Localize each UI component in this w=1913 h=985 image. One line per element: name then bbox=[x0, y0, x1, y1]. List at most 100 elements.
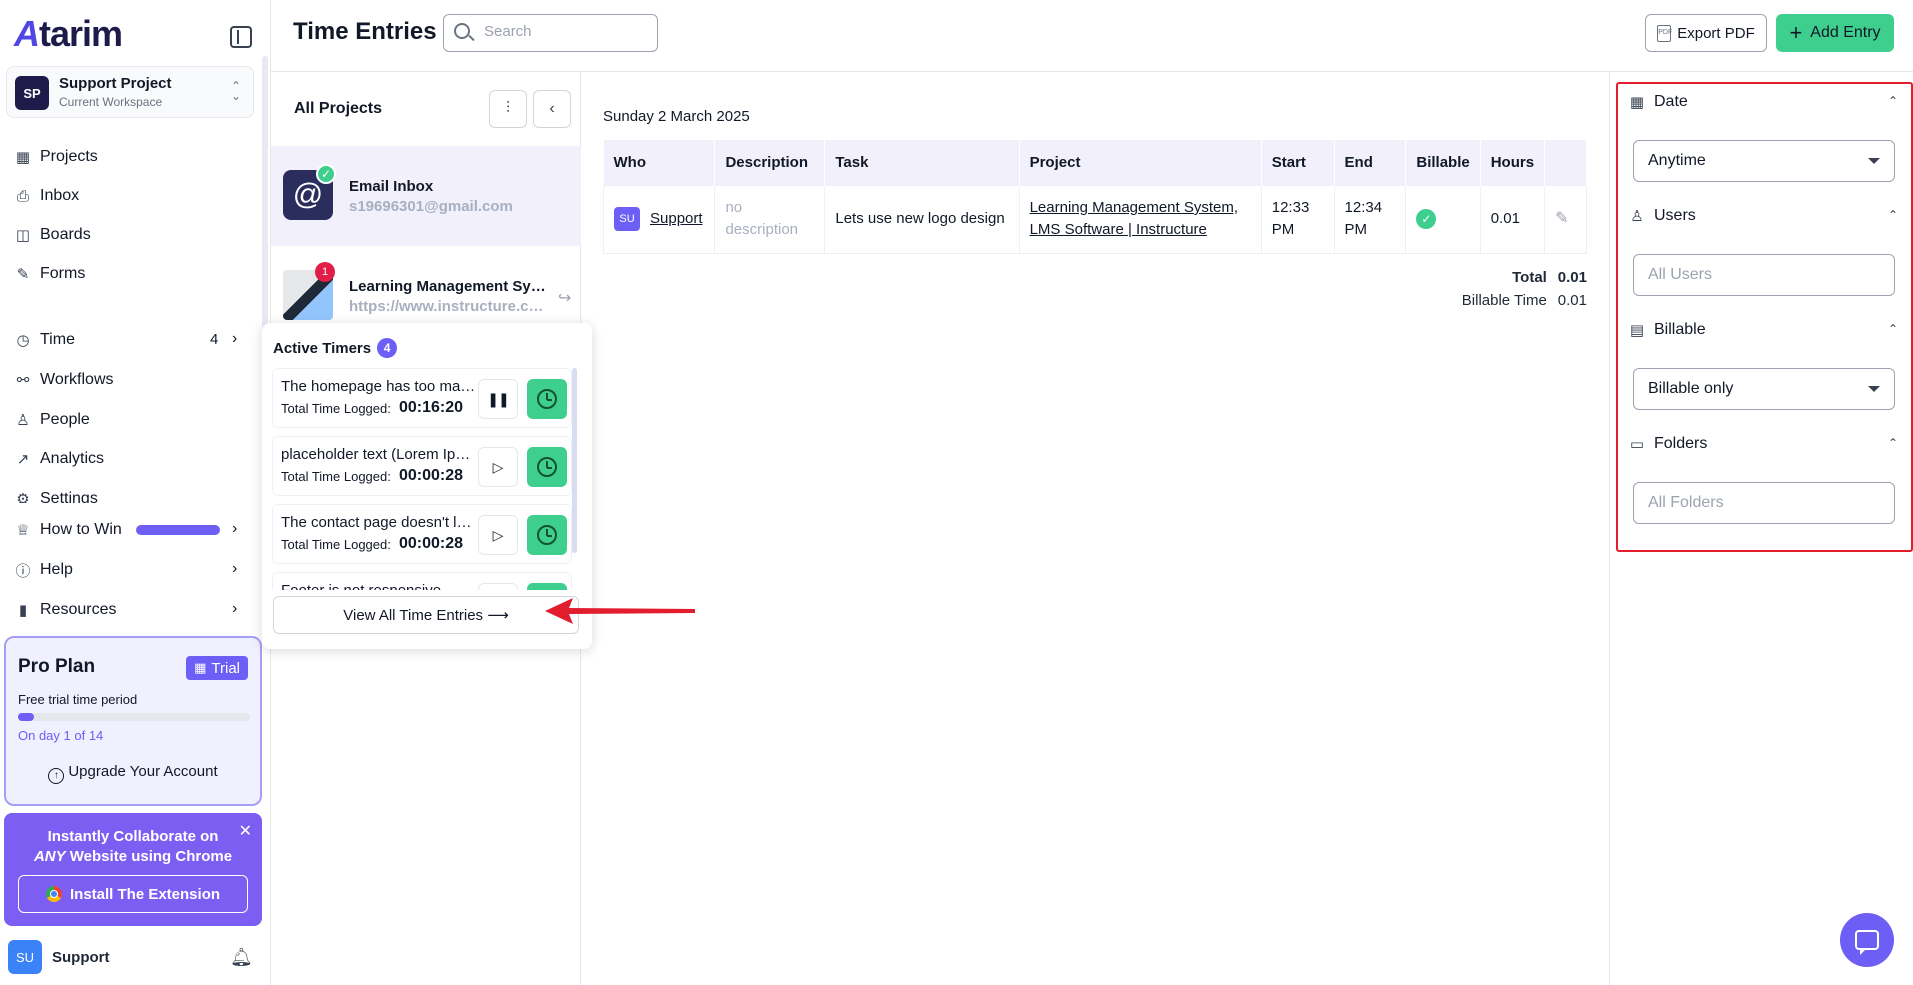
log-time-button[interactable] bbox=[527, 379, 567, 419]
billable-select[interactable]: Billable only bbox=[1633, 368, 1895, 410]
play-button[interactable]: ▷ bbox=[478, 583, 518, 590]
sidebar-item-people[interactable]: ♙ People bbox=[14, 407, 90, 433]
timer-name: The homepage has too many elements bbox=[281, 378, 476, 395]
timer-row[interactable]: placeholder text (Lorem Ipsum) Total Tim… bbox=[272, 436, 572, 496]
export-pdf-label: Export PDF bbox=[1677, 24, 1755, 42]
chevron-left-icon[interactable]: ‹ bbox=[533, 90, 571, 128]
filter-date-header[interactable]: ▦ Date bbox=[1628, 90, 1688, 114]
filter-billable-header[interactable]: ▤ Billable bbox=[1628, 318, 1706, 342]
filter-users-header[interactable]: ♙ Users bbox=[1628, 204, 1696, 228]
chevron-up-icon[interactable]: ⌃ bbox=[1888, 322, 1898, 336]
promo-emphasis: ANY bbox=[33, 848, 66, 865]
table-header-row: Who Description Task Project Start End B… bbox=[603, 140, 1587, 185]
upgrade-account-button[interactable]: ↑ Upgrade Your Account bbox=[6, 763, 260, 784]
cell-billable: ✓ bbox=[1405, 184, 1481, 254]
log-time-button[interactable] bbox=[527, 583, 567, 590]
pencil-icon[interactable]: ✎ bbox=[1555, 210, 1568, 227]
column-header[interactable]: Task bbox=[824, 140, 1020, 185]
bell-icon[interactable]: 🔔︎ bbox=[230, 947, 253, 968]
chevron-right-icon[interactable]: › bbox=[232, 560, 237, 578]
workspace-switcher[interactable]: SP Support Project Current Workspace ⌃ ⌄ bbox=[6, 66, 254, 118]
project-item-email-inbox[interactable]: @ ✓ Email Inbox s19696301@gmail.com bbox=[271, 146, 581, 246]
sidebar-item-analytics[interactable]: ↗ Analytics bbox=[14, 446, 104, 472]
column-header[interactable]: Billable bbox=[1405, 140, 1481, 185]
time-count: 4 bbox=[210, 331, 219, 348]
log-time-button[interactable] bbox=[527, 515, 567, 555]
column-header[interactable]: Hours bbox=[1480, 140, 1546, 185]
search-input[interactable] bbox=[484, 23, 644, 40]
filter-folders-header[interactable]: ▭ Folders bbox=[1628, 432, 1707, 456]
play-button[interactable]: ▷ bbox=[478, 447, 518, 487]
trial-badge: ▦ Trial bbox=[186, 656, 248, 680]
column-header[interactable]: Project bbox=[1019, 140, 1262, 185]
filter-billable-label: Billable bbox=[1654, 321, 1706, 338]
share-arrow-icon[interactable]: ↪ bbox=[558, 288, 571, 308]
timer-row[interactable]: Footer is not responsive ▷ bbox=[272, 572, 572, 590]
install-extension-button[interactable]: Install The Extension bbox=[18, 875, 248, 913]
project-link[interactable]: Learning Management System, LMS Software… bbox=[1030, 199, 1238, 238]
cell-description[interactable]: no description bbox=[714, 184, 826, 254]
date-select[interactable]: Anytime bbox=[1633, 140, 1895, 182]
red-arrow-annotation bbox=[545, 598, 695, 624]
check-icon: ✓ bbox=[316, 164, 336, 184]
chevron-up-icon[interactable]: ⌃ bbox=[1888, 94, 1898, 108]
chevron-right-icon[interactable]: › bbox=[232, 520, 237, 538]
timer-logged-value: 00:00:28 bbox=[399, 467, 464, 484]
log-time-button[interactable] bbox=[527, 447, 567, 487]
timer-row[interactable]: The homepage has too many elements Total… bbox=[272, 368, 572, 428]
timers-scrollbar[interactable] bbox=[572, 368, 577, 553]
filter-sliders-icon[interactable]: ⫶ bbox=[489, 90, 527, 128]
play-button[interactable]: ▷ bbox=[478, 515, 518, 555]
sidebar-item-settings[interactable]: ⚙ Settings bbox=[14, 486, 98, 503]
atarim-logo[interactable]: Atarim bbox=[14, 13, 123, 54]
time-entries-table: Who Description Task Project Start End B… bbox=[602, 140, 1587, 254]
check-circle-icon[interactable]: ✓ bbox=[1416, 209, 1437, 229]
table-row[interactable]: SU Support no description Lets use new lo… bbox=[602, 184, 1587, 254]
user-icon: ♙ bbox=[1630, 208, 1644, 225]
chevron-up-down-icon: ⌃ ⌄ bbox=[230, 79, 241, 103]
users-select[interactable]: All Users bbox=[1633, 254, 1895, 296]
project-subtitle: https://www.instructure.com bbox=[349, 298, 549, 315]
export-pdf-button[interactable]: PDF Export PDF bbox=[1645, 14, 1767, 52]
sidebar-item-inbox[interactable]: ⎙ Inbox bbox=[14, 183, 79, 209]
filters-divider bbox=[1609, 72, 1610, 985]
column-header[interactable]: Start bbox=[1261, 140, 1335, 185]
chevron-right-icon[interactable]: › bbox=[232, 330, 237, 348]
caret-down-icon bbox=[1868, 158, 1880, 164]
avatar: SU bbox=[614, 207, 640, 231]
add-entry-button[interactable]: + Add Entry bbox=[1776, 14, 1894, 52]
chevron-right-icon[interactable]: › bbox=[232, 600, 237, 618]
column-header[interactable]: Description bbox=[714, 140, 826, 185]
chevron-up-icon[interactable]: ⌃ bbox=[1888, 436, 1898, 450]
pause-button[interactable]: ❚❚ bbox=[478, 379, 518, 419]
logo-text: tarim bbox=[39, 13, 123, 54]
caret-down-icon bbox=[1868, 386, 1880, 392]
folders-select[interactable]: All Folders bbox=[1633, 482, 1895, 524]
search-box[interactable] bbox=[443, 14, 658, 52]
sidebar-item-label: Workflows bbox=[40, 371, 114, 388]
upgrade-label: Upgrade Your Account bbox=[68, 763, 218, 780]
sidebar-collapse-icon[interactable] bbox=[230, 26, 252, 48]
sidebar-item-resources[interactable]: ▮ Resources bbox=[14, 597, 117, 623]
user-name: Support bbox=[52, 949, 110, 966]
document-icon: ▤ bbox=[1629, 322, 1645, 339]
chevron-up-icon[interactable]: ⌃ bbox=[1888, 208, 1898, 222]
sidebar-item-time[interactable]: ◷ Time bbox=[14, 327, 75, 353]
current-user[interactable]: SU Support 🔔︎ bbox=[8, 940, 258, 974]
date-select-value: Anytime bbox=[1648, 152, 1706, 169]
chat-launcher-button[interactable] bbox=[1840, 913, 1894, 967]
active-timers-label: Active Timers bbox=[273, 339, 372, 357]
column-header[interactable]: End bbox=[1334, 140, 1407, 185]
sidebar-item-how-to-win[interactable]: ♕ How to Win bbox=[14, 517, 220, 543]
win-progress-bar bbox=[135, 525, 220, 535]
who-link[interactable]: Support bbox=[650, 210, 703, 227]
view-all-time-entries-button[interactable]: View All Time Entries ⟶ bbox=[273, 596, 579, 634]
project-name: Learning Management System, LMS Software… bbox=[349, 278, 549, 295]
sidebar-item-boards[interactable]: ◫ Boards bbox=[14, 222, 91, 248]
column-header[interactable]: Who bbox=[603, 140, 716, 185]
sidebar-item-workflows[interactable]: ⚯ Workflows bbox=[14, 367, 114, 393]
sidebar-item-help[interactable]: ⓘ Help bbox=[14, 557, 72, 583]
sidebar-item-forms[interactable]: ✎ Forms bbox=[14, 261, 86, 287]
sidebar-item-projects[interactable]: ▦ Projects bbox=[14, 144, 98, 170]
timer-row[interactable]: The contact page doesn't load Total Time… bbox=[272, 504, 572, 564]
